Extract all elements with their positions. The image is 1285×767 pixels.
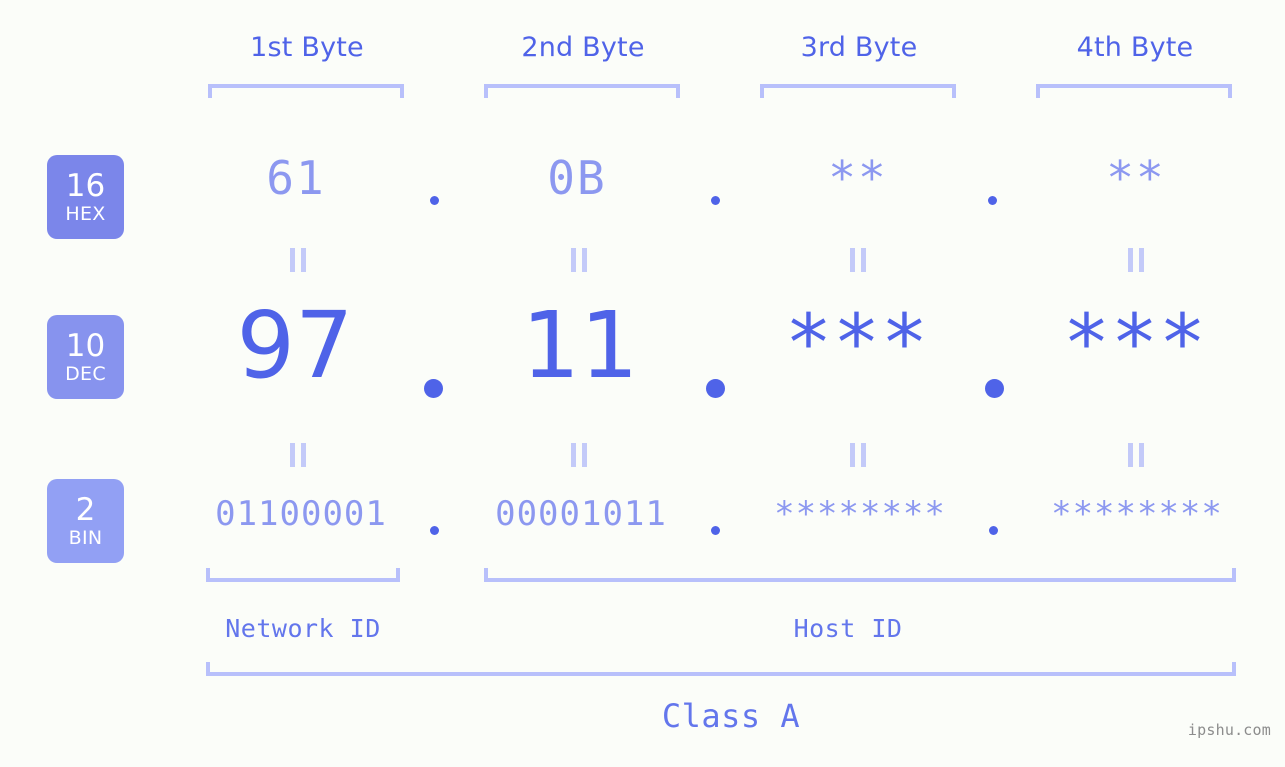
- equals-connector-hex-dec-1: [288, 248, 310, 272]
- dec-byte-1: 97: [236, 292, 354, 399]
- dec-byte-3: ***: [785, 299, 929, 389]
- hex-dot-separator-1: [430, 196, 439, 205]
- host-id-bracket: [484, 568, 1236, 582]
- bin-byte-4: ********: [1051, 494, 1223, 534]
- dec-byte-4: ***: [1063, 299, 1207, 389]
- bin-dot-separator-2: [711, 526, 720, 535]
- byte-bracket-2: [484, 84, 680, 98]
- bin-byte-2: 00001011: [495, 494, 667, 534]
- radix-badge-dec: 10 DEC: [47, 315, 124, 399]
- hex-byte-3: **: [828, 151, 888, 205]
- equals-connector-dec-bin-2: [569, 443, 591, 467]
- equals-connector-hex-dec-3: [848, 248, 870, 272]
- byte-header-3: 3rd Byte: [800, 32, 918, 63]
- dec-byte-2: 11: [521, 292, 639, 399]
- radix-badge-hex-abbr: HEX: [65, 202, 106, 225]
- byte-bracket-4: [1036, 84, 1232, 98]
- radix-badge-hex-number: 16: [65, 167, 106, 204]
- byte-header-2: 2nd Byte: [521, 32, 645, 63]
- bin-dot-separator-1: [430, 526, 439, 535]
- class-bracket: [206, 662, 1236, 676]
- byte-header-1: 1st Byte: [250, 32, 364, 63]
- byte-bracket-3: [760, 84, 956, 98]
- bin-byte-3: ********: [774, 494, 946, 534]
- hex-dot-separator-2: [711, 196, 720, 205]
- hex-byte-1: 61: [266, 151, 326, 205]
- byte-header-4: 4th Byte: [1076, 32, 1194, 63]
- dec-dot-separator-3: [985, 379, 1004, 398]
- equals-connector-hex-dec-2: [569, 248, 591, 272]
- network-id-label: Network ID: [225, 614, 381, 643]
- equals-connector-hex-dec-4: [1126, 248, 1148, 272]
- radix-badge-bin-number: 2: [75, 491, 96, 528]
- hex-byte-4: **: [1106, 151, 1166, 205]
- equals-connector-dec-bin-4: [1126, 443, 1148, 467]
- equals-connector-dec-bin-3: [848, 443, 870, 467]
- ip-address-breakdown-diagram: 1st Byte 2nd Byte 3rd Byte 4th Byte 16 H…: [0, 0, 1285, 767]
- radix-badge-dec-number: 10: [65, 327, 106, 364]
- radix-badge-bin: 2 BIN: [47, 479, 124, 563]
- host-id-label: Host ID: [793, 614, 903, 643]
- dec-dot-separator-1: [424, 379, 443, 398]
- bin-byte-1: 01100001: [215, 494, 387, 534]
- radix-badge-dec-abbr: DEC: [65, 362, 106, 385]
- network-id-bracket: [206, 568, 400, 582]
- hex-byte-2: 0B: [547, 151, 607, 205]
- dec-dot-separator-2: [706, 379, 725, 398]
- hex-dot-separator-3: [988, 196, 997, 205]
- class-label: Class A: [661, 697, 801, 735]
- site-watermark: ipshu.com: [1187, 721, 1271, 739]
- radix-badge-bin-abbr: BIN: [68, 526, 103, 549]
- equals-connector-dec-bin-1: [288, 443, 310, 467]
- radix-badge-hex: 16 HEX: [47, 155, 124, 239]
- byte-bracket-1: [208, 84, 404, 98]
- bin-dot-separator-3: [989, 526, 998, 535]
